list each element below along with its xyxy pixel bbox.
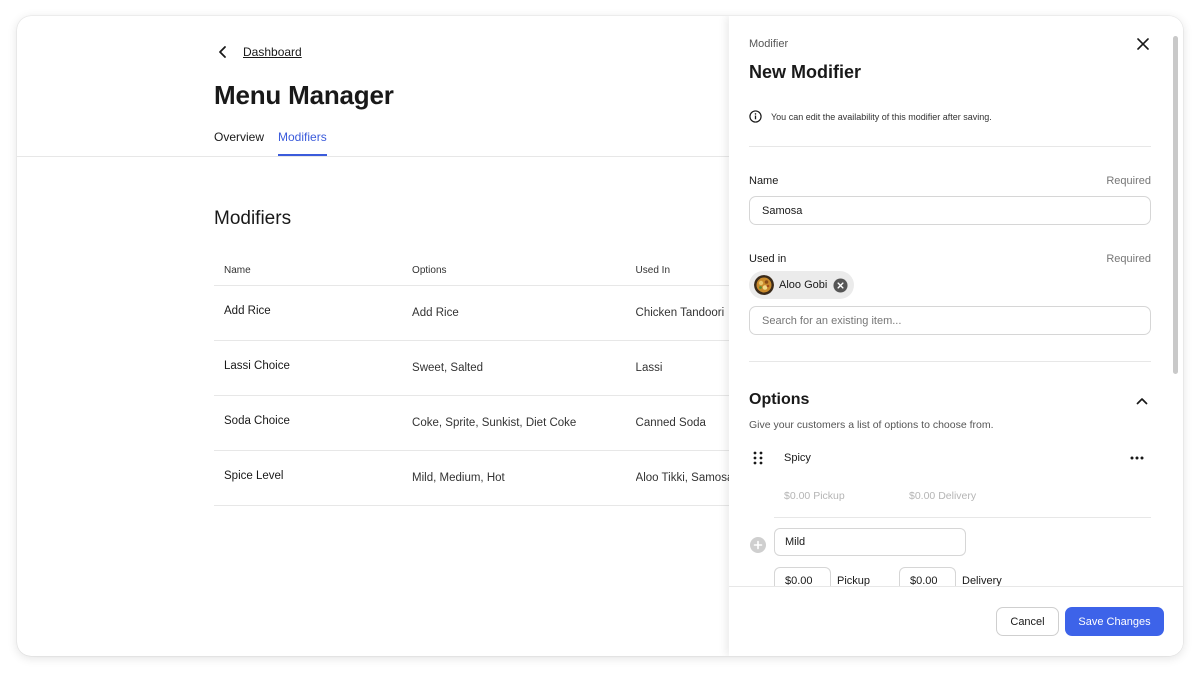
column-header-used-in: Used In xyxy=(635,265,671,276)
row-options: Add Rice xyxy=(412,307,459,319)
column-header-name: Name xyxy=(224,265,251,276)
row-used-in: Canned Soda xyxy=(635,417,706,429)
info-text: You can edit the availability of this mo… xyxy=(771,111,992,122)
add-option-icon[interactable] xyxy=(750,537,766,553)
name-label: Name xyxy=(749,175,779,187)
row-used-in: Chicken Tandoori xyxy=(635,307,725,319)
row-options: Mild, Medium, Hot xyxy=(412,472,505,484)
new-option-name-input[interactable]: Mild xyxy=(774,528,966,556)
info-notice: You can edit the availability of this mo… xyxy=(749,110,992,123)
panel-title: New Modifier xyxy=(749,62,862,82)
section-title: Modifiers xyxy=(214,208,292,229)
column-header-options: Options xyxy=(412,265,447,276)
used-in-label: Used in xyxy=(749,253,787,265)
panel-footer: Cancel Save Changes xyxy=(729,586,1183,656)
panel-eyebrow: Modifier xyxy=(749,38,789,50)
main-content: Dashboard Menu Manager Overview Modifier… xyxy=(17,16,734,656)
row-used-in: Lassi xyxy=(635,362,663,374)
options-description: Give your customers a list of options to… xyxy=(749,419,994,431)
back-link[interactable]: Dashboard xyxy=(243,45,302,59)
row-name: Add Rice xyxy=(224,305,271,317)
info-icon xyxy=(749,110,762,123)
close-icon[interactable] xyxy=(1135,36,1151,52)
drag-handle-icon[interactable] xyxy=(753,451,763,465)
divider xyxy=(774,517,1151,518)
page-title: Menu Manager xyxy=(214,80,394,110)
item-search-input[interactable]: Search for an existing item... xyxy=(749,306,1151,335)
pickup-price-input[interactable]: $0.00 xyxy=(774,567,831,586)
name-input[interactable]: Samosa xyxy=(749,196,1151,225)
row-options: Coke, Sprite, Sunkist, Diet Coke xyxy=(412,417,577,429)
table-row[interactable]: Soda Choice Coke, Sprite, Sunkist, Diet … xyxy=(214,396,734,451)
option-name: Spicy xyxy=(784,452,811,464)
row-name: Soda Choice xyxy=(224,415,290,427)
delivery-price-input[interactable]: $0.00 xyxy=(899,567,956,586)
name-required: Required xyxy=(1106,175,1151,187)
row-name: Spice Level xyxy=(224,470,284,482)
app-window: Dashboard Menu Manager Overview Modifier… xyxy=(17,16,1183,656)
row-name: Lassi Choice xyxy=(224,360,290,372)
tab-overview[interactable]: Overview xyxy=(214,130,264,156)
panel-scroll-area[interactable]: Modifier New Modifier You can edit the a… xyxy=(729,16,1183,586)
tab-modifiers[interactable]: Modifiers xyxy=(278,130,327,156)
divider xyxy=(749,361,1151,362)
row-options: Sweet, Salted xyxy=(412,362,484,374)
chip-label: Aloo Gobi xyxy=(779,279,828,291)
pickup-label: Pickup xyxy=(837,575,871,586)
new-modifier-panel: Modifier New Modifier You can edit the a… xyxy=(729,16,1183,656)
row-used-in: Aloo Tikki, Samosa xyxy=(635,472,734,484)
option-delivery-price: $0.00 Delivery xyxy=(909,490,977,502)
used-in-required: Required xyxy=(1106,253,1151,265)
scrollbar[interactable] xyxy=(1173,36,1178,374)
tabs-divider xyxy=(17,156,729,157)
used-in-chip: Aloo Gobi xyxy=(749,271,855,299)
option-pickup-price: $0.00 Pickup xyxy=(784,490,845,502)
modifiers-table: Name Options Used In Add Rice Add Rice C… xyxy=(214,256,734,506)
chevron-up-icon[interactable] xyxy=(1135,394,1149,408)
cancel-button[interactable]: Cancel xyxy=(996,607,1059,636)
more-options-icon[interactable] xyxy=(1129,450,1145,466)
table-row[interactable]: Add Rice Add Rice Chicken Tandoori xyxy=(214,286,734,341)
food-thumbnail-icon xyxy=(754,275,774,295)
table-header: Name Options Used In xyxy=(214,256,734,286)
remove-chip-icon[interactable] xyxy=(833,277,848,293)
options-title: Options xyxy=(749,391,810,408)
breadcrumb: Dashboard xyxy=(215,42,302,62)
divider xyxy=(749,146,1151,147)
save-changes-button[interactable]: Save Changes xyxy=(1065,607,1164,636)
table-row[interactable]: Lassi Choice Sweet, Salted Lassi xyxy=(214,341,734,396)
chevron-left-icon[interactable] xyxy=(215,44,231,60)
table-row[interactable]: Spice Level Mild, Medium, Hot Aloo Tikki… xyxy=(214,451,734,506)
delivery-label: Delivery xyxy=(962,575,1002,586)
tab-bar: Overview Modifiers xyxy=(214,130,341,156)
